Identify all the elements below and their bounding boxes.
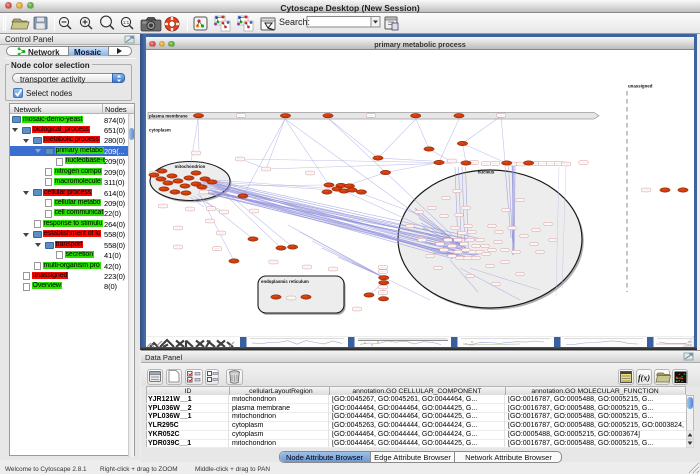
- svg-text:plasma membrane: plasma membrane: [149, 113, 188, 118]
- svg-text:f(x): f(x): [638, 374, 650, 383]
- svg-text:unassigned: unassigned: [628, 84, 653, 89]
- svg-text:nucleus: nucleus: [478, 170, 495, 175]
- svg-text:endoplasmic reticulum: endoplasmic reticulum: [261, 279, 309, 284]
- svg-text:1:1: 1:1: [123, 20, 130, 25]
- svg-text:cytoplasm: cytoplasm: [149, 128, 171, 133]
